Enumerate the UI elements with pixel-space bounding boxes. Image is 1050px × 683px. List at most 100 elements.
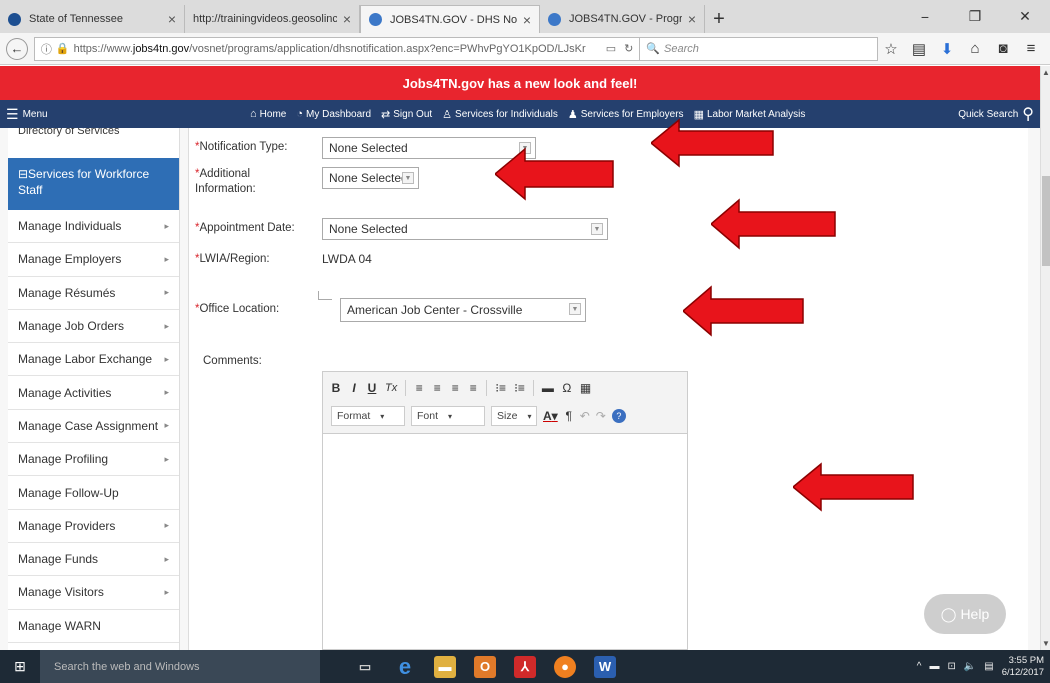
back-arrow-icon[interactable]: ← [6,37,28,60]
additional-information-select[interactable]: None Selected ▼ [322,167,419,189]
underline-button[interactable]: U [367,381,377,395]
sidebar-item-manage-visitors[interactable]: Manage Visitors ▸ [8,576,179,610]
new-tab-button[interactable]: + [705,5,733,33]
volume-icon[interactable]: 🔈 [964,661,976,672]
scrollbar-thumb[interactable] [1042,176,1050,266]
numbered-list-icon[interactable]: ⁝≡ [495,381,506,395]
table-icon[interactable]: ▦ [580,381,591,395]
sidebar-item-manage-funds[interactable]: Manage Funds ▸ [8,543,179,577]
sidebar-section-workforce-staff[interactable]: ⊟Services for Workforce Staff [8,158,179,210]
firefox-icon[interactable]: ● [554,655,576,678]
close-window-icon[interactable]: ✕ [1000,0,1050,33]
chevron-down-icon: ▾ [380,411,385,421]
minimize-icon[interactable]: − [900,0,950,33]
chevron-up-icon[interactable]: ^ [917,661,922,672]
scroll-down-icon[interactable]: ▼ [1041,639,1050,648]
tab-close-icon[interactable]: × [688,11,696,27]
quick-search-button[interactable]: Quick Search ⚲ [958,104,1040,124]
reader-view-icon[interactable]: ▭ [606,42,616,55]
browser-tab[interactable]: State of Tennessee × [0,5,185,33]
edge-browser-icon[interactable]: e [394,654,416,679]
align-right-icon[interactable]: ≡ [450,381,460,395]
scroll-up-icon[interactable]: ▲ [1041,68,1050,77]
task-view-icon[interactable]: ▭ [354,656,376,678]
hamburger-menu-icon[interactable]: ≡ [1018,37,1044,61]
sidebar-item-manage-providers[interactable]: Manage Providers ▸ [8,510,179,543]
sidebar-item-manage-job-orders[interactable]: Manage Job Orders ▸ [8,310,179,344]
word-icon[interactable]: W [594,655,616,678]
appointment-date-select[interactable]: None Selected ▼ [322,218,608,240]
reading-list-icon[interactable]: ▤ [906,37,932,61]
appointment-date-label: *Appointment Date: [195,222,295,234]
bulleted-list-icon[interactable]: ⁝≡ [514,381,525,395]
bookmark-star-icon[interactable]: ☆ [878,37,904,61]
size-dropdown[interactable]: Size ▾ [491,406,537,426]
pocket-icon[interactable]: ◙ [990,37,1016,61]
reload-icon[interactable]: ↻ [624,42,633,55]
italic-button[interactable]: I [349,381,359,395]
nav-sign-out-link[interactable]: ⇄ Sign Out [381,108,432,121]
acrobat-icon[interactable]: ⅄ [514,655,536,678]
action-center-icon[interactable]: ▤ [984,661,993,672]
restore-icon[interactable]: ❐ [950,0,1000,33]
taskbar-search-input[interactable]: Search the web and Windows [40,650,320,683]
browser-tab[interactable]: http://trainingvideos.geosolinc.c × [185,5,360,33]
jobs4tn-favicon-icon [548,12,561,26]
tab-label: http://trainingvideos.geosolinc.c [193,13,337,25]
tab-close-icon[interactable]: × [168,11,176,27]
nav-individuals-link[interactable]: ♙ Services for Individuals [442,108,558,121]
undo-icon[interactable]: ↶ [580,409,590,423]
browser-tab[interactable]: JOBS4TN.GOV - Programs T × [540,5,705,33]
sidebar-item-manage-labor-exchange[interactable]: Manage Labor Exchange ▸ [8,343,179,377]
office-location-select[interactable]: American Job Center - Crossville ▼ [340,298,586,322]
window-controls: − ❐ ✕ [900,0,1050,33]
text-color-button[interactable]: A▾ [543,409,558,423]
sidebar-item-manage-case-assignment[interactable]: Manage Case Assignment ▸ [8,410,179,444]
nav-dashboard-link[interactable]: ◔ My Dashboard [296,108,371,120]
editor-text-area[interactable] [323,434,687,649]
help-button[interactable]: ◯ Help [924,594,1006,634]
tree-connector [318,291,332,300]
taskbar-clock[interactable]: 3:55 PM 6/12/2017 [1002,655,1044,679]
download-icon[interactable]: ⬇ [934,37,960,61]
sidebar-item-manage-resumes[interactable]: Manage Résumés ▸ [8,277,179,310]
align-center-icon[interactable]: ≡ [432,381,442,395]
browser-search-input[interactable]: 🔍 Search [639,36,878,61]
sidebar-item-manage-individuals[interactable]: Manage Individuals ▸ [8,210,179,244]
info-icon[interactable]: ⓘ [41,41,52,57]
browser-tab-active[interactable]: JOBS4TN.GOV - DHS Notific × [360,5,540,33]
sidebar-item-directory-of-services[interactable]: Directory of Services [8,128,179,144]
redo-icon[interactable]: ↷ [596,409,606,423]
help-icon[interactable]: ? [611,409,626,423]
nav-home-link[interactable]: ⌂ Home [250,108,286,120]
file-explorer-icon[interactable]: ▬ [434,655,456,678]
sidebar-item-manage-profiling[interactable]: Manage Profiling ▸ [8,443,179,477]
chevron-right-icon: ▸ [164,320,169,331]
remove-format-button[interactable]: Tx [385,382,397,394]
sidebar-item-manage-follow-up[interactable]: Manage Follow-Up [8,476,179,510]
battery-icon[interactable]: ▬ [929,661,939,672]
office-app-icon[interactable]: O [474,655,496,678]
network-icon[interactable]: ⊡ [947,661,955,672]
sidebar-item-manage-warn[interactable]: Manage WARN [8,610,179,643]
announcement-banner[interactable]: Jobs4TN.gov has a new look and feel! [0,66,1040,100]
justify-icon[interactable]: ≡ [468,381,478,395]
home-browser-icon[interactable]: ⌂ [962,37,988,61]
tab-close-icon[interactable]: × [523,12,531,28]
paragraph-format-icon[interactable]: ¶ [564,409,574,423]
page-scrollbar[interactable]: ▲ ▼ [1040,66,1050,650]
format-dropdown[interactable]: Format ▾ [331,406,405,426]
red-arrow-icon [711,198,836,250]
font-dropdown[interactable]: Font ▾ [411,406,485,426]
tab-close-icon[interactable]: × [343,11,351,27]
sidebar-item-manage-employers[interactable]: Manage Employers ▸ [8,243,179,277]
windows-start-icon[interactable]: ⊞ [0,650,40,683]
sidebar-item-manage-activities[interactable]: Manage Activities ▸ [8,376,179,410]
align-left-icon[interactable]: ≡ [414,381,424,395]
special-character-icon[interactable]: Ω [562,381,572,395]
menu-button[interactable]: ☰ Menu [0,106,250,123]
address-bar[interactable]: ⓘ 🔒 https://www.jobs4tn.gov/vosnet/progr… [33,36,641,61]
bold-button[interactable]: B [331,381,341,395]
dhs-notification-form: *Notification Type: None Selected ▼ *Add… [188,128,1028,650]
horizontal-line-icon[interactable]: ▬ [542,381,554,395]
